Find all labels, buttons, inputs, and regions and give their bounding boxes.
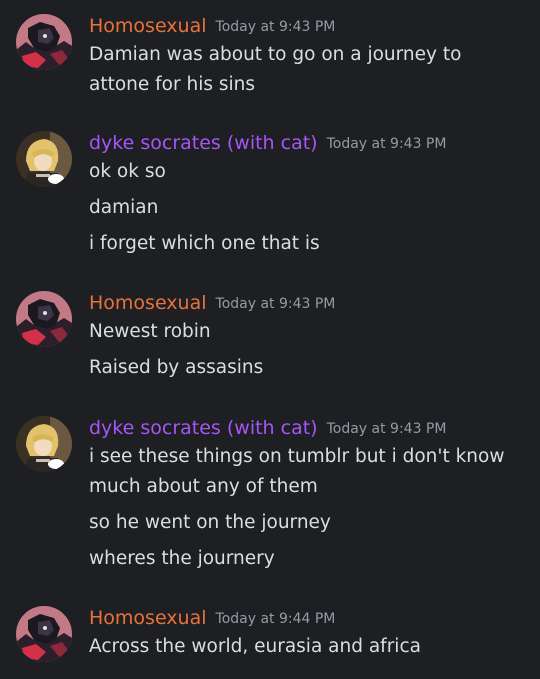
blonde-character-with-cat-avatar-icon [16,131,72,187]
author-name[interactable]: Homosexual [89,292,207,314]
message-text: wheres the journery [89,548,275,569]
message-header: Homosexual Today at 9:43 PM [89,289,335,317]
author-name[interactable]: dyke socrates (with cat) [89,417,318,439]
timestamp: Today at 9:43 PM [215,19,336,35]
chat-message-list: Homosexual Today at 9:43 PM Damian was ab… [0,0,540,679]
message-header: dyke socrates (with cat) Today at 9:43 PM [89,129,446,157]
author-name[interactable]: dyke socrates (with cat) [89,132,318,154]
message-text: damian [89,197,159,218]
message-header: Homosexual Today at 9:44 PM [89,604,335,632]
author-name[interactable]: Homosexual [89,607,207,629]
dark-anime-character-avatar-icon [16,606,72,662]
timestamp: Today at 9:43 PM [215,296,336,312]
dark-anime-character-avatar-icon [16,291,72,347]
avatar[interactable] [16,416,72,472]
message-text: Damian was about to go on a journey to a… [89,44,462,95]
message-text: i forget which one that is [89,233,320,254]
timestamp: Today at 9:43 PM [326,421,447,437]
blonde-character-with-cat-avatar-icon [16,416,72,472]
dark-anime-character-avatar-icon [16,14,72,70]
message-text: Across the world, eurasia and africa [89,636,421,657]
author-name[interactable]: Homosexual [89,15,207,37]
message-text: so he went on the journey [89,512,331,533]
message-header: dyke socrates (with cat) Today at 9:43 PM [89,414,446,442]
timestamp: Today at 9:43 PM [326,136,447,152]
message-text: Newest robin [89,321,211,342]
message-header: Homosexual Today at 9:43 PM [89,12,335,40]
timestamp: Today at 9:44 PM [215,611,336,627]
avatar[interactable] [16,14,72,70]
message-text: i see these things on tumblr but i don't… [89,446,505,497]
message-text: Raised by assasins [89,357,264,378]
message-text: ok ok so [89,161,166,182]
avatar[interactable] [16,131,72,187]
avatar[interactable] [16,291,72,347]
avatar[interactable] [16,606,72,662]
